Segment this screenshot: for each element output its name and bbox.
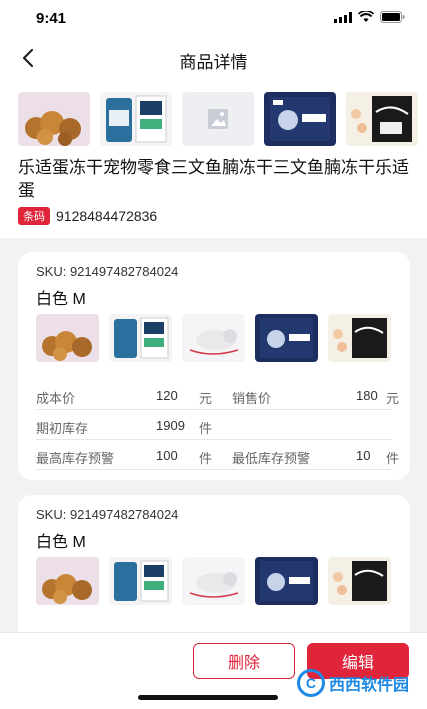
home-indicator[interactable] (138, 695, 278, 700)
sku-image-5[interactable] (328, 557, 391, 605)
product-header-section: 9:41 商品详情 乐适蛋冻干宠物零食三文鱼腩冻干三文鱼腩冻干乐适蛋 条码 91… (0, 0, 427, 238)
sku-image-strip (36, 557, 391, 605)
status-time: 9:41 (36, 10, 67, 27)
delete-button[interactable]: 删除 (193, 643, 295, 679)
wifi-icon (358, 11, 374, 22)
signal-icon (334, 11, 352, 23)
watermark-text: 西西软件园 (328, 677, 409, 694)
sku-card: SKU: 921497482784024 白色 M 成本价 120 元 销售价 … (18, 252, 410, 480)
product-image-5[interactable] (346, 92, 418, 146)
stock-warning-row: 最高库存预警 100 件 最低库存预警 10 件 (36, 442, 399, 470)
cost-unit: 元 (199, 391, 213, 406)
sku-number: SKU: 921497482784024 (36, 264, 179, 279)
min-warn-label: 最低库存预警 (232, 451, 311, 466)
max-warn-unit: 件 (199, 451, 213, 466)
status-icons (334, 11, 405, 23)
watermark-logo-icon: C (296, 669, 325, 697)
sku-image-2[interactable] (109, 314, 172, 362)
sku-image-4[interactable] (255, 314, 318, 362)
barcode-tag: 条码 (18, 207, 50, 225)
nav-bar: 商品详情 (0, 38, 427, 78)
init-stock-row: 期初库存 1909 件 (36, 412, 392, 440)
sale-value: 180 (356, 388, 378, 403)
init-stock-label: 期初库存 (36, 421, 89, 436)
sku-image-5[interactable] (328, 314, 391, 362)
init-stock-unit: 件 (199, 421, 213, 436)
barcode-value: 9128484472836 (56, 208, 158, 224)
sku-image-3[interactable] (182, 314, 245, 362)
sku-image-3[interactable] (182, 557, 245, 605)
battery-icon (380, 11, 405, 23)
sku-number: SKU: 921497482784024 (36, 507, 179, 522)
max-warn-value: 100 (156, 448, 178, 463)
sku-image-1[interactable] (36, 557, 99, 605)
barcode-row: 条码 9128484472836 (18, 207, 157, 225)
product-image-strip (18, 92, 418, 146)
init-stock-value: 1909 (156, 418, 185, 433)
image-placeholder-icon (208, 109, 228, 129)
sku-image-2[interactable] (109, 557, 172, 605)
cost-value: 120 (156, 388, 178, 403)
cost-label: 成本价 (36, 391, 76, 406)
sku-variant: 白色 M (36, 291, 86, 308)
max-warn-label: 最高库存预警 (36, 451, 115, 466)
product-image-2[interactable] (100, 92, 172, 146)
product-title: 乐适蛋冻干宠物零食三文鱼腩冻干三文鱼腩冻干乐适蛋 (18, 158, 409, 200)
sku-card: SKU: 921497482784024 白色 M (18, 495, 410, 645)
sku-image-4[interactable] (255, 557, 318, 605)
product-image-placeholder[interactable] (182, 92, 254, 146)
sku-variant: 白色 M (36, 534, 86, 551)
min-warn-unit: 件 (386, 451, 400, 466)
product-image-4[interactable] (264, 92, 336, 146)
product-image-1[interactable] (18, 92, 90, 146)
watermark: C 西西软件园 (296, 669, 409, 697)
sale-label: 销售价 (232, 391, 272, 406)
sale-unit: 元 (386, 391, 400, 406)
bottom-action-bar: 删除 编辑 C 西西软件园 (0, 632, 427, 709)
sku-image-1[interactable] (36, 314, 99, 362)
page-title: 商品详情 (179, 53, 248, 72)
status-bar: 9:41 (0, 0, 427, 38)
min-warn-value: 10 (356, 448, 371, 463)
sku-image-strip (36, 314, 391, 362)
price-row: 成本价 120 元 销售价 180 元 (36, 382, 399, 410)
